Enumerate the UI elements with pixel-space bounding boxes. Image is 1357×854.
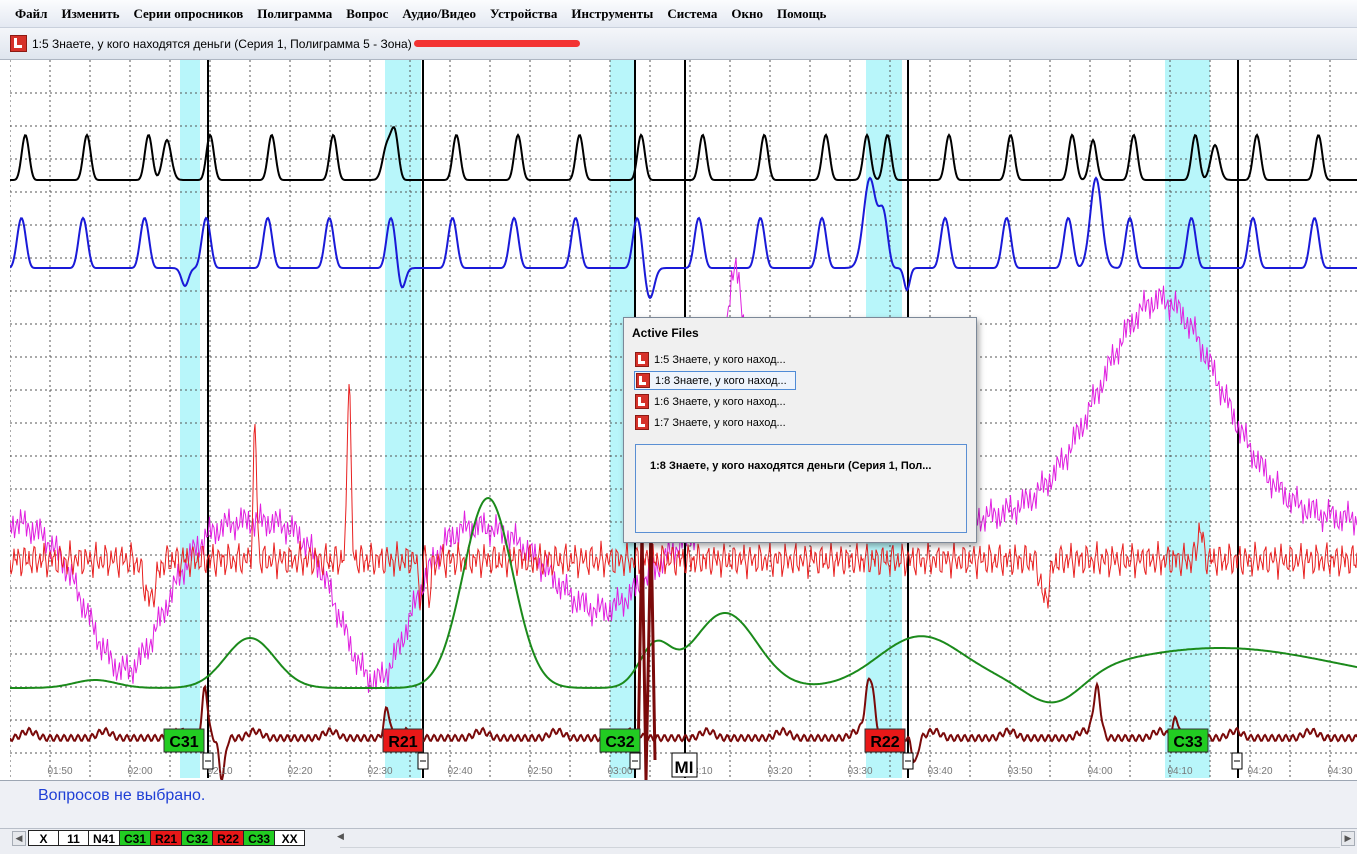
- question-tab-r22[interactable]: R22: [212, 830, 245, 846]
- menu-question-series[interactable]: Серии опросников: [126, 3, 250, 25]
- question-tab-c31[interactable]: C31: [119, 830, 152, 846]
- question-tab-c33[interactable]: C33: [243, 830, 276, 846]
- x-tick-label: 03:40: [927, 766, 952, 777]
- menu-question[interactable]: Вопрос: [339, 3, 395, 25]
- x-tick-label: 02:40: [447, 766, 472, 777]
- document-title-bar: 1:5 Знаете, у кого находятся деньги (Сер…: [0, 28, 1357, 60]
- annotation-label: MI: [675, 758, 694, 777]
- active-file-item[interactable]: 1:6 Знаете, у кого наход...: [634, 392, 796, 411]
- x-tick-label: 04:00: [1087, 766, 1112, 777]
- active-file-label: 1:8 Знаете, у кого наход...: [655, 374, 787, 387]
- scroll-right-button[interactable]: ▶: [1341, 831, 1355, 846]
- polygraph-file-icon: [635, 415, 649, 430]
- menu-bar: Файл Изменить Серии опросников Полиграмм…: [0, 0, 1357, 28]
- question-tabs: X 11 N41 C31 R21 C32 R22 C33 XX: [28, 830, 306, 846]
- horizontal-scrollbar[interactable]: [340, 830, 1340, 848]
- x-tick-label: 04:20: [1247, 766, 1272, 777]
- scroll-arrow-icon[interactable]: ◀: [337, 831, 344, 842]
- active-file-label: 1:7 Знаете, у кого наход...: [654, 416, 786, 429]
- question-tab-x[interactable]: X: [28, 830, 59, 846]
- x-tick-label: 02:30: [367, 766, 392, 777]
- active-file-label: 1:5 Знаете, у кого наход...: [654, 353, 786, 366]
- active-files-popup: Active Files 1:5 Знаете, у кого наход...…: [623, 317, 977, 543]
- x-tick-label: 02:00: [127, 766, 152, 777]
- polygraph-file-icon: [636, 373, 650, 388]
- question-label: C33: [1173, 734, 1202, 751]
- polygraph-app-icon: [10, 35, 27, 52]
- channel-black-trace: [10, 126, 1357, 181]
- question-highlight-region: [385, 60, 421, 778]
- menu-file[interactable]: Файл: [8, 3, 54, 25]
- menu-system[interactable]: Система: [660, 3, 724, 25]
- window-title: 1:5 Знаете, у кого находятся деньги (Сер…: [32, 36, 412, 51]
- x-tick-label: 03:20: [767, 766, 792, 777]
- active-file-item[interactable]: 1:5 Знаете, у кого наход...: [634, 350, 796, 369]
- question-highlight-region: [180, 60, 200, 778]
- question-label: C32: [605, 734, 634, 751]
- x-tick-label: 02:50: [527, 766, 552, 777]
- menu-tools[interactable]: Инструменты: [564, 3, 660, 25]
- active-file-item-selected[interactable]: 1:8 Знаете, у кого наход...: [634, 371, 796, 390]
- redaction-mark: [413, 40, 580, 47]
- question-tab-r21[interactable]: R21: [150, 830, 183, 846]
- menu-window[interactable]: Окно: [724, 3, 770, 25]
- polygraph-file-icon: [635, 352, 649, 367]
- x-tick-label: 03:00: [607, 766, 632, 777]
- question-label: R21: [388, 734, 417, 751]
- status-message: Вопросов не выбрано.: [38, 787, 206, 804]
- question-tab-bar: ◀ X 11 N41 C31 R21 C32 R22 C33 XX ◀ ▶: [0, 828, 1357, 854]
- menu-edit[interactable]: Изменить: [54, 3, 126, 25]
- preview-title: 1:8 Знаете, у кого находятся деньги (Сер…: [650, 460, 932, 472]
- active-files-title: Active Files: [632, 326, 699, 340]
- x-tick-label: 02:20: [287, 766, 312, 777]
- menu-polygram[interactable]: Полиграмма: [250, 3, 339, 25]
- x-tick-label: 04:10: [1167, 766, 1192, 777]
- scroll-left-button[interactable]: ◀: [12, 831, 26, 846]
- question-status-panel: Вопросов не выбрано.: [0, 780, 1357, 828]
- question-tab-n41[interactable]: N41: [88, 830, 121, 846]
- x-tick-label: 01:50: [47, 766, 72, 777]
- question-tab-11[interactable]: 11: [58, 830, 89, 846]
- question-tab-xx[interactable]: XX: [274, 830, 306, 846]
- question-label: C31: [169, 734, 198, 751]
- x-tick-label: 03:30: [847, 766, 872, 777]
- question-label: R22: [870, 734, 899, 751]
- polygraph-file-icon: [635, 394, 649, 409]
- x-tick-label: 03:50: [1007, 766, 1032, 777]
- question-tab-c32[interactable]: C32: [181, 830, 214, 846]
- x-tick-label: 04:30: [1327, 766, 1352, 777]
- channel-artifact-spike: [636, 524, 657, 780]
- menu-audio-video[interactable]: Аудио/Видео: [395, 3, 483, 25]
- channel-blue-trace: [10, 176, 1357, 300]
- active-file-preview: 1:8 Знаете, у кого находятся деньги (Сер…: [635, 444, 967, 533]
- active-file-label: 1:6 Знаете, у кого наход...: [654, 395, 786, 408]
- menu-devices[interactable]: Устройства: [483, 3, 564, 25]
- menu-help[interactable]: Помощь: [770, 3, 833, 25]
- active-file-item[interactable]: 1:7 Знаете, у кого наход...: [634, 413, 796, 432]
- question-highlight-region: [1165, 60, 1210, 778]
